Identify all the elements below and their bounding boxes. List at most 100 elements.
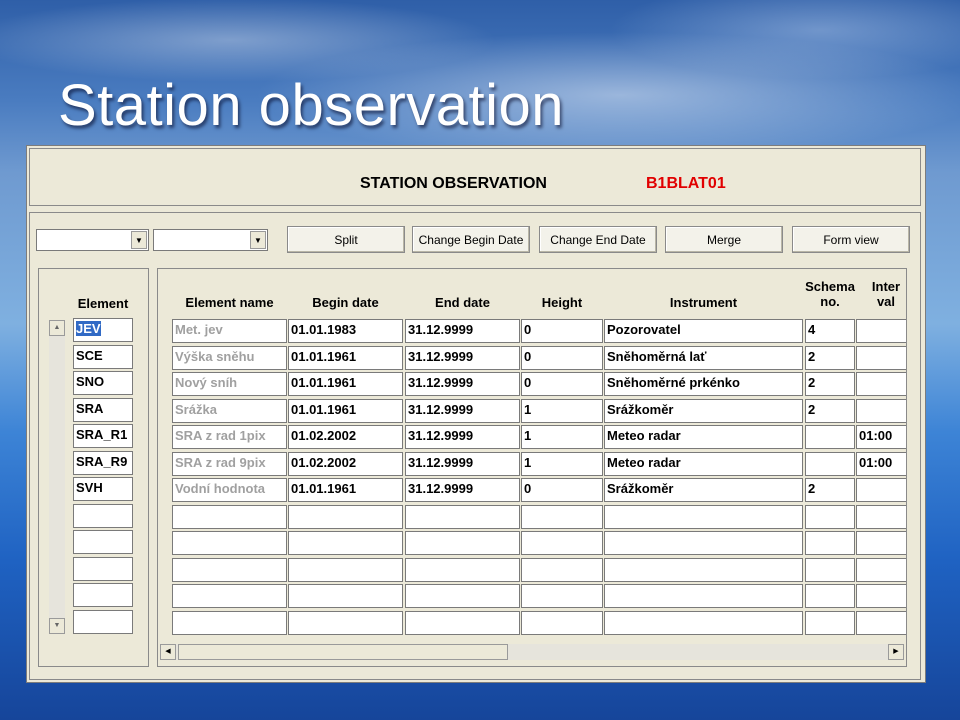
instrument-cell[interactable]: Pozorovatel [604, 319, 803, 343]
interval-cell[interactable] [856, 478, 906, 502]
element-name-cell[interactable] [172, 531, 287, 555]
schema-no-cell[interactable] [805, 557, 855, 582]
filter-combo-1[interactable]: ▼ [36, 229, 149, 251]
scroll-left-icon[interactable]: ◀ [160, 644, 176, 660]
height-cell[interactable]: 1 [521, 451, 603, 476]
interval-cell[interactable]: 01:00 [856, 425, 906, 449]
split-button[interactable]: Split [287, 226, 405, 253]
end-date-cell[interactable] [405, 557, 520, 582]
begin-date-cell[interactable]: 01.01.1961 [288, 478, 403, 502]
end-date-cell[interactable]: 31.12.9999 [405, 398, 520, 423]
height-cell[interactable]: 1 [521, 425, 603, 449]
end-date-cell[interactable] [405, 610, 520, 635]
element-code-cell[interactable] [73, 556, 133, 581]
end-date-cell[interactable]: 31.12.9999 [405, 425, 520, 449]
element-code-cell[interactable] [73, 583, 133, 607]
element-code-cell[interactable]: SCE [73, 344, 133, 369]
schema-no-cell[interactable] [805, 610, 855, 635]
end-date-cell[interactable]: 31.12.9999 [405, 451, 520, 476]
begin-date-cell[interactable]: 01.01.1961 [288, 372, 403, 396]
end-date-cell[interactable]: 31.12.9999 [405, 319, 520, 343]
schema-no-cell[interactable] [805, 504, 855, 529]
begin-date-cell[interactable] [288, 504, 403, 529]
change-begin-date-button[interactable]: Change Begin Date [412, 226, 530, 253]
merge-button[interactable]: Merge [665, 226, 783, 253]
element-name-cell[interactable]: SRA z rad 1pix [172, 425, 287, 449]
element-code-cell[interactable]: SNO [73, 371, 133, 395]
instrument-cell[interactable]: Srážkoměr [604, 478, 803, 502]
begin-date-cell[interactable] [288, 531, 403, 555]
instrument-cell[interactable] [604, 610, 803, 635]
interval-cell[interactable] [856, 584, 906, 608]
interval-cell[interactable] [856, 372, 906, 396]
element-name-cell[interactable]: Výška sněhu [172, 345, 287, 370]
end-date-cell[interactable] [405, 504, 520, 529]
instrument-cell[interactable]: Meteo radar [604, 451, 803, 476]
scroll-right-icon[interactable]: ▶ [888, 644, 904, 660]
grid-horizontal-scrollbar[interactable]: ◀ ▶ [160, 644, 904, 660]
begin-date-cell[interactable] [288, 610, 403, 635]
element-scrollbar[interactable]: ▲ ▼ [49, 320, 65, 634]
element-name-cell[interactable]: Met. jev [172, 319, 287, 343]
element-name-cell[interactable]: SRA z rad 9pix [172, 451, 287, 476]
element-code-cell[interactable]: SRA_R1 [73, 424, 133, 448]
chevron-down-icon[interactable]: ▼ [131, 231, 147, 249]
height-cell[interactable]: 0 [521, 372, 603, 396]
change-end-date-button[interactable]: Change End Date [539, 226, 657, 253]
instrument-cell[interactable]: Srážkoměr [604, 398, 803, 423]
instrument-cell[interactable]: Sněhoměrná lať [604, 345, 803, 370]
element-code-cell[interactable]: JEV [73, 318, 133, 342]
schema-no-cell[interactable]: 2 [805, 398, 855, 423]
schema-no-cell[interactable]: 2 [805, 372, 855, 396]
element-name-cell[interactable]: Vodní hodnota [172, 478, 287, 502]
schema-no-cell[interactable] [805, 451, 855, 476]
end-date-cell[interactable] [405, 531, 520, 555]
interval-cell[interactable] [856, 319, 906, 343]
height-cell[interactable] [521, 557, 603, 582]
filter-combo-2[interactable]: ▼ [153, 229, 268, 251]
element-code-cell[interactable]: SRA [73, 397, 133, 422]
schema-no-cell[interactable] [805, 425, 855, 449]
begin-date-cell[interactable] [288, 557, 403, 582]
height-cell[interactable] [521, 584, 603, 608]
form-view-button[interactable]: Form view [792, 226, 910, 253]
height-cell[interactable] [521, 504, 603, 529]
element-code-cell[interactable]: SRA_R9 [73, 450, 133, 475]
interval-cell[interactable] [856, 398, 906, 423]
schema-no-cell[interactable]: 2 [805, 478, 855, 502]
interval-cell[interactable] [856, 345, 906, 370]
element-name-cell[interactable]: Srážka [172, 398, 287, 423]
begin-date-cell[interactable]: 01.02.2002 [288, 451, 403, 476]
instrument-cell[interactable]: Sněhoměrné prkénko [604, 372, 803, 396]
element-code-cell[interactable] [73, 503, 133, 528]
end-date-cell[interactable]: 31.12.9999 [405, 372, 520, 396]
element-name-cell[interactable] [172, 610, 287, 635]
instrument-cell[interactable] [604, 557, 803, 582]
begin-date-cell[interactable]: 01.01.1961 [288, 398, 403, 423]
schema-no-cell[interactable] [805, 584, 855, 608]
schema-no-cell[interactable]: 4 [805, 319, 855, 343]
end-date-cell[interactable] [405, 584, 520, 608]
element-code-cell[interactable] [73, 530, 133, 554]
element-name-cell[interactable]: Nový sníh [172, 372, 287, 396]
instrument-cell[interactable]: Meteo radar [604, 425, 803, 449]
begin-date-cell[interactable]: 01.02.2002 [288, 425, 403, 449]
schema-no-cell[interactable] [805, 531, 855, 555]
height-cell[interactable]: 0 [521, 319, 603, 343]
element-code-cell[interactable]: SVH [73, 477, 133, 501]
end-date-cell[interactable]: 31.12.9999 [405, 345, 520, 370]
instrument-cell[interactable] [604, 531, 803, 555]
interval-cell[interactable] [856, 504, 906, 529]
height-cell[interactable]: 0 [521, 478, 603, 502]
scroll-up-icon[interactable]: ▲ [49, 320, 65, 336]
begin-date-cell[interactable]: 01.01.1961 [288, 345, 403, 370]
element-name-cell[interactable] [172, 504, 287, 529]
instrument-cell[interactable] [604, 504, 803, 529]
interval-cell[interactable] [856, 531, 906, 555]
begin-date-cell[interactable]: 01.01.1983 [288, 319, 403, 343]
end-date-cell[interactable]: 31.12.9999 [405, 478, 520, 502]
instrument-cell[interactable] [604, 584, 803, 608]
interval-cell[interactable] [856, 610, 906, 635]
element-name-cell[interactable] [172, 584, 287, 608]
scroll-thumb[interactable] [178, 644, 508, 660]
